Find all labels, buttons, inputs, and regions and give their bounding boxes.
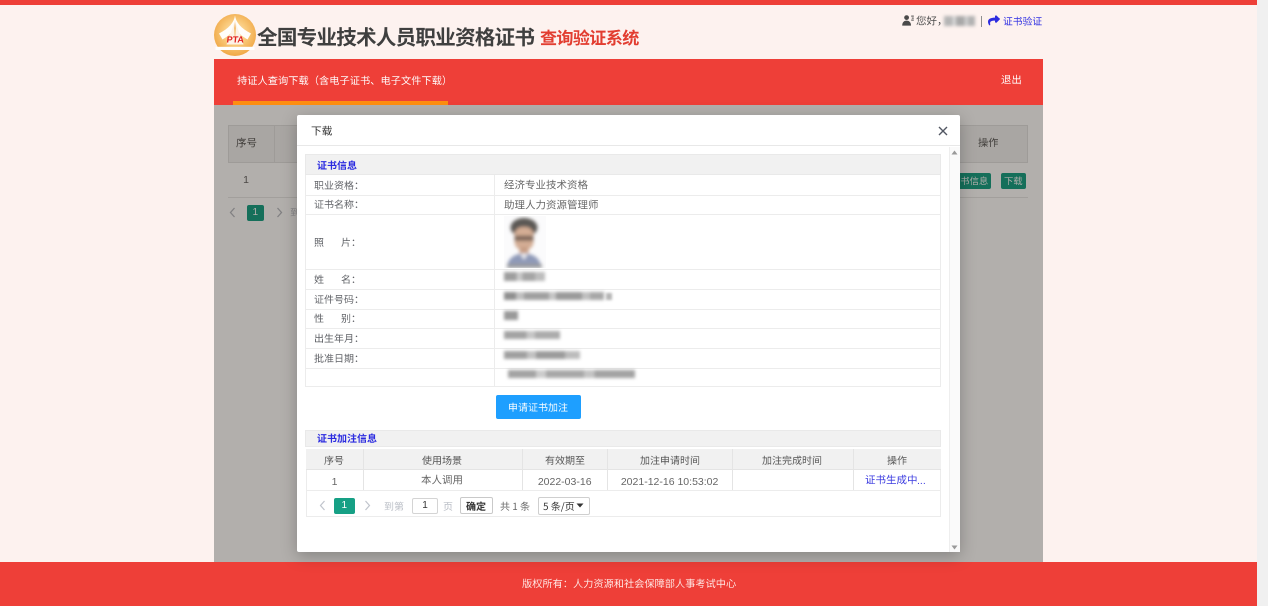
svg-text:PTA: PTA [226,34,245,44]
